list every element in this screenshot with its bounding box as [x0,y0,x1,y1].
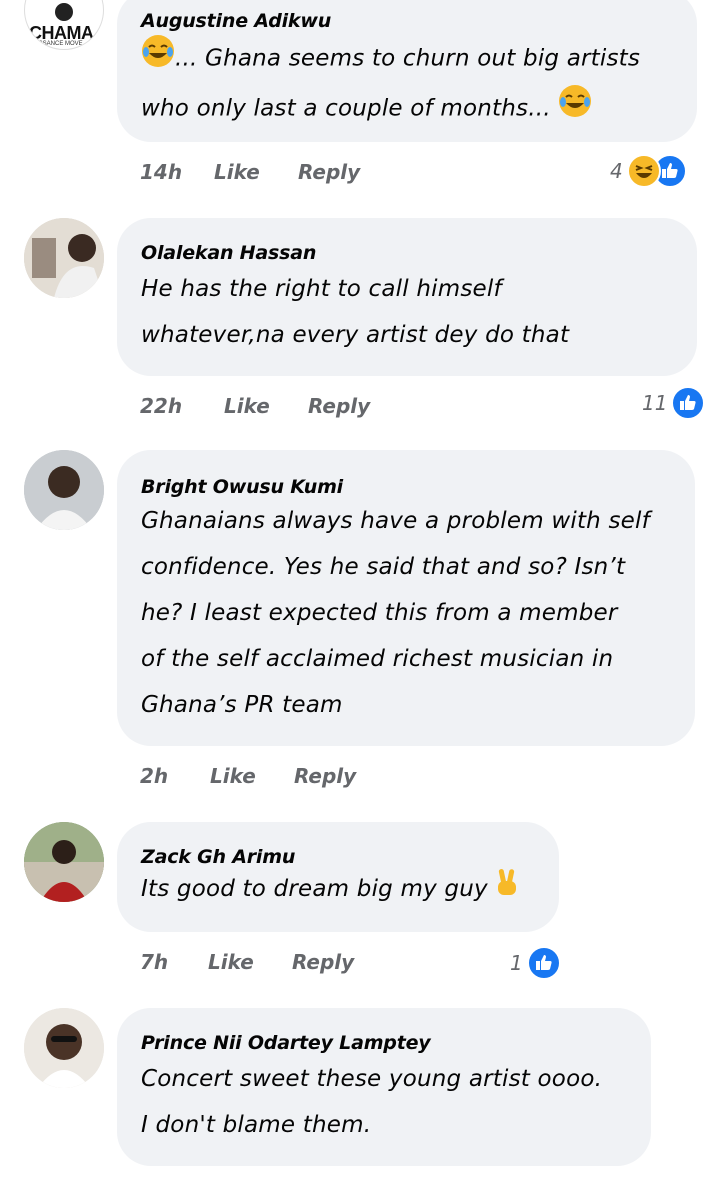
comment-text: Ghanaians always have a problem with sel… [141,498,671,728]
comment-text: Its good to dream big my guy [141,866,535,913]
comment-text: He has the right to call himself whateve… [141,266,673,358]
like-link[interactable]: Like [210,764,256,788]
like-link[interactable]: Like [214,160,260,184]
comment-text-line-5: Ghana’s PR team [141,692,343,718]
reply-link[interactable]: Reply [292,950,354,974]
avatar-silhouette [55,3,73,21]
comment-timestamp[interactable]: 2h [140,764,168,788]
comment-text-line-4: of the self acclaimed richest musician i… [141,646,614,672]
reaction-count: 1 [510,951,523,975]
avatar[interactable] [24,822,104,902]
reaction-summary[interactable]: 4 [610,154,687,188]
reaction-summary[interactable]: 1 [510,946,561,980]
avatar[interactable] [24,450,104,530]
comment-text-line-2: who only last a couple of months... [141,95,551,122]
comment-text-line-1: Concert sweet these young artist oooo. [141,1066,603,1092]
comment-bubble: Bright Owusu Kumi Ghanaians always have … [117,450,695,746]
laughing-tears-emoji-icon [141,34,175,84]
comment-5: Prince Nii Odartey Lamptey Concert sweet… [0,1008,720,1181]
avatar[interactable] [24,218,104,298]
reaction-count: 11 [642,391,668,415]
comment-author[interactable]: Augustine Adikwu [141,10,673,32]
comment-text-line-2: I don't blame them. [141,1112,372,1138]
like-link[interactable]: Like [208,950,254,974]
comment-bubble: Augustine Adikwu ... Ghana seems to chur… [117,0,697,142]
reaction-count: 4 [610,159,623,183]
comment-author[interactable]: Prince Nii Odartey Lamptey [141,1032,627,1054]
comment-4: Zack Gh Arimu Its good to dream big my g… [0,822,720,1002]
comment-author[interactable]: Bright Owusu Kumi [141,476,671,498]
comment-author[interactable]: Olalekan Hassan [141,242,673,264]
comment-bubble: Zack Gh Arimu Its good to dream big my g… [117,822,559,932]
comment-timestamp[interactable]: 22h [140,394,182,418]
comment-text-line-3: he? I least expected this from a member [141,600,618,626]
reply-link[interactable]: Reply [294,764,356,788]
like-link[interactable]: Like [224,394,270,418]
laughing-tears-emoji-icon [558,84,592,134]
comment-bubble: Olalekan Hassan He has the right to call… [117,218,697,376]
comment-2: Olalekan Hassan He has the right to call… [0,218,720,438]
comment-text-line-1: Its good to dream big my guy [141,876,488,902]
comment-timestamp[interactable]: 7h [140,950,168,974]
like-reaction-icon [526,946,561,980]
comment-text-line-1: Ghanaians always have a problem with sel… [141,508,650,534]
comment-text: ... Ghana seems to churn out big artists… [141,34,673,134]
victory-hand-emoji-icon [495,867,519,913]
comment-text-line-1: ... Ghana seems to churn out big artists [175,45,641,72]
reply-link[interactable]: Reply [298,160,360,184]
comment-bubble: Prince Nii Odartey Lamptey Concert sweet… [117,1008,651,1166]
reply-link[interactable]: Reply [308,394,370,418]
comment-author[interactable]: Zack Gh Arimu [141,846,535,868]
comment-3: Bright Owusu Kumi Ghanaians always have … [0,450,720,810]
reaction-summary[interactable]: 11 [642,386,706,420]
comment-timestamp[interactable]: 14h [140,160,182,184]
avatar[interactable]: CHAMA ISSANCE MOVE [24,0,104,50]
comment-1: CHAMA ISSANCE MOVE Augustine Adikwu ... … [0,0,720,200]
comment-text-line-2: confidence. Yes he said that and so? Isn… [141,554,626,580]
comment-text: Concert sweet these young artist oooo. I… [141,1056,627,1148]
comment-text-line-1: He has the right to call himself [141,276,502,302]
avatar-badge-subtext: ISSANCE MOVE [37,41,83,47]
like-reaction-icon [671,386,706,420]
haha-reaction-icon [626,154,661,188]
comment-text-line-2: whatever,na every artist dey do that [141,322,570,348]
avatar[interactable] [24,1008,104,1088]
